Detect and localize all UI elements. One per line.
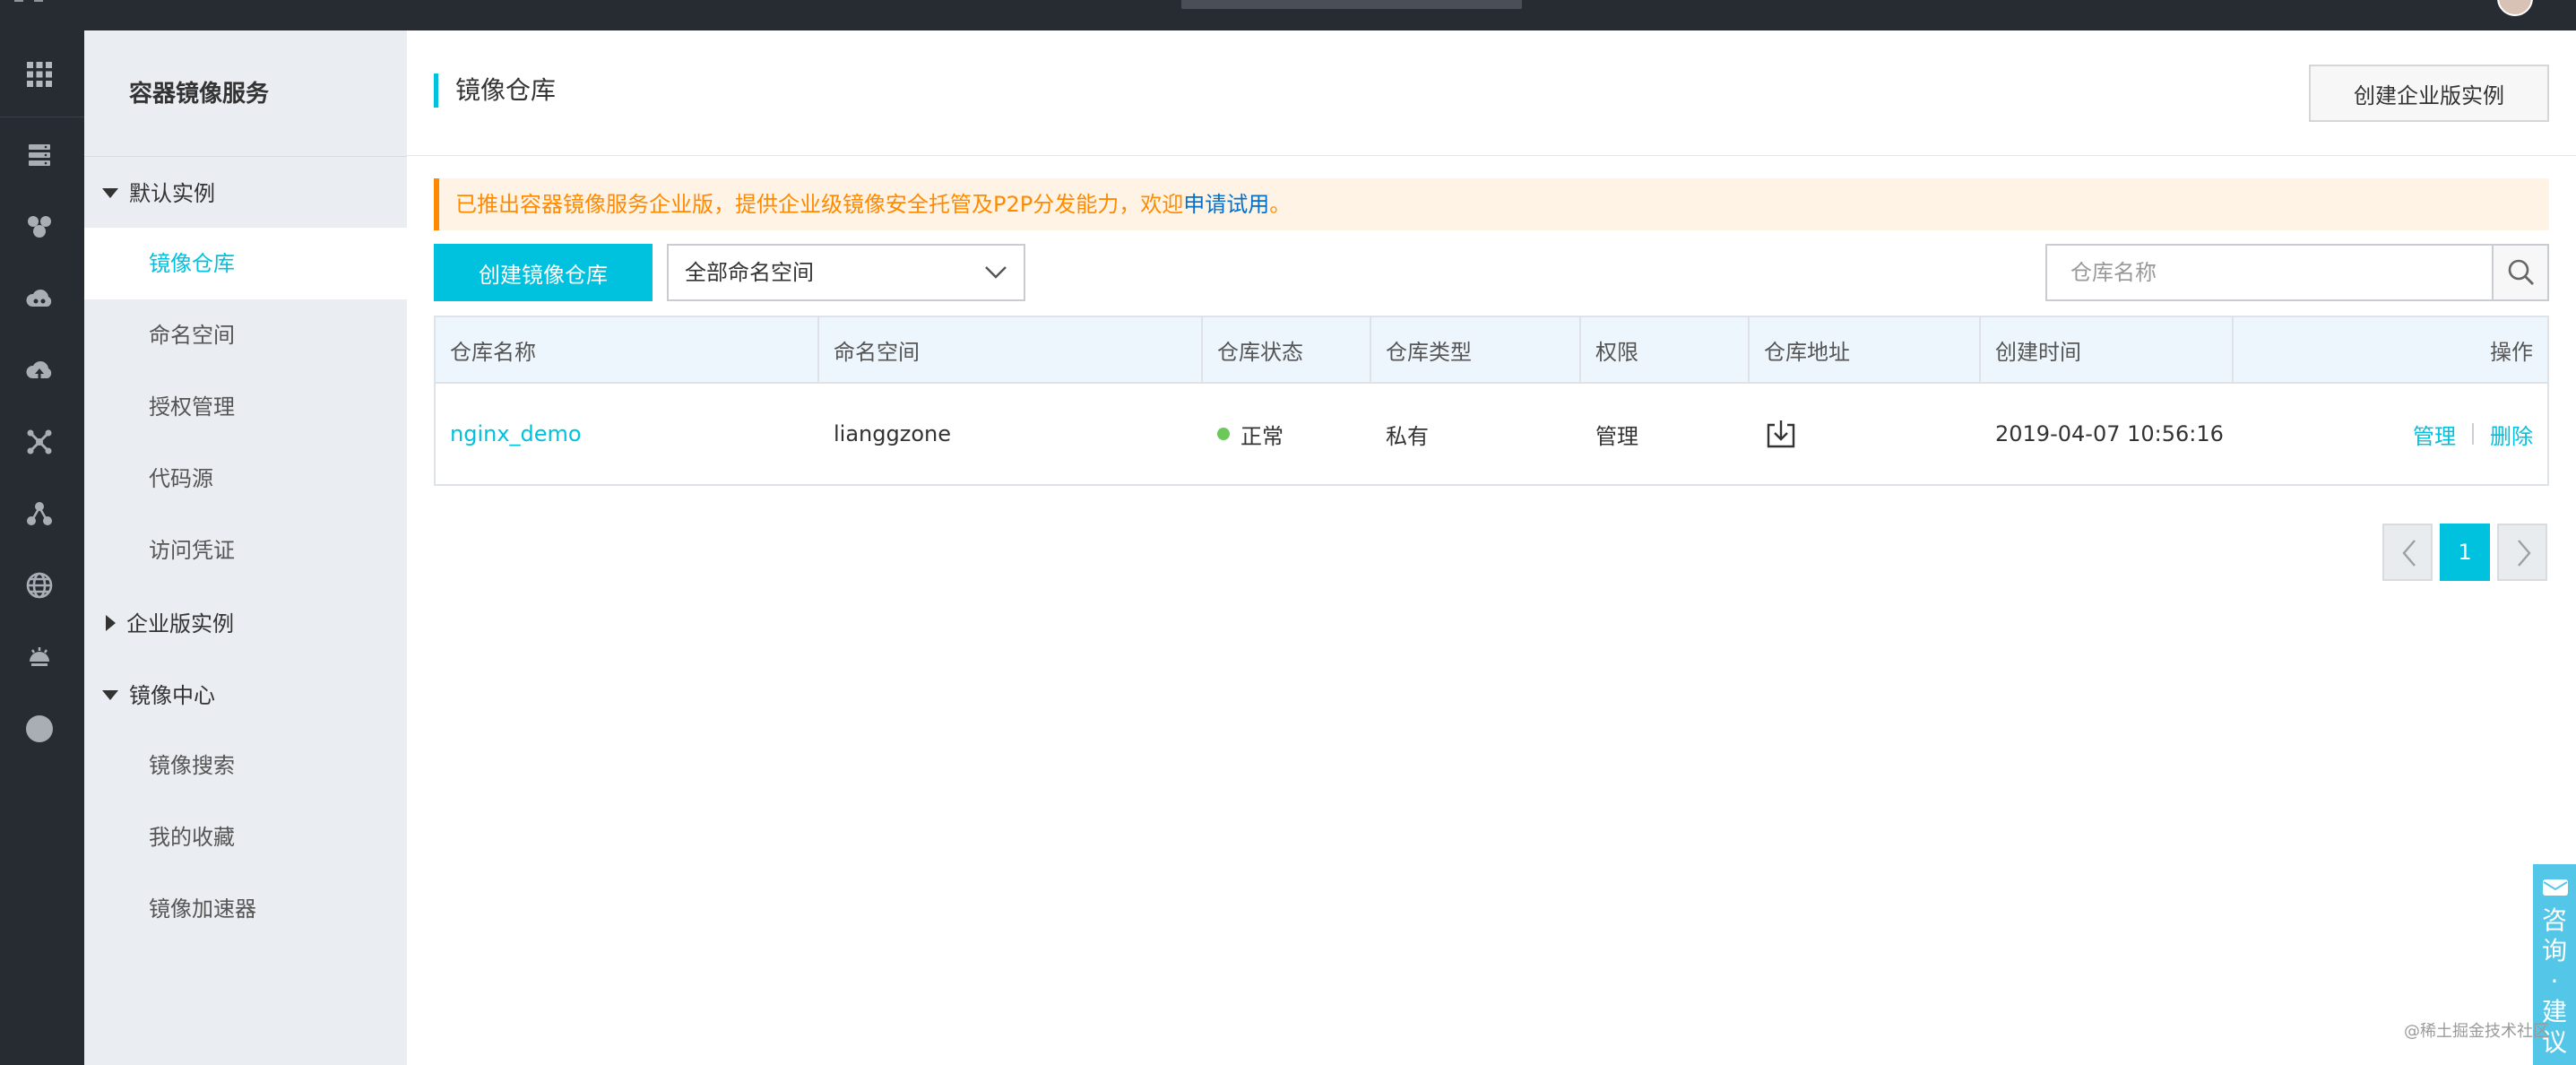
permission-cell: 管理 xyxy=(1595,423,1638,449)
top-search-input[interactable] xyxy=(1181,0,1522,9)
chevron-right-icon xyxy=(2518,540,2531,567)
sidebar-group-label: 镜像中心 xyxy=(129,683,215,708)
monitor-icon[interactable] xyxy=(24,642,55,672)
column-header-address: 仓库地址 xyxy=(1750,317,1981,382)
cloud-services-icon[interactable] xyxy=(24,283,55,314)
type-cell: 私有 xyxy=(1386,423,1429,449)
namespace-select[interactable]: 全部命名空间 xyxy=(667,244,1025,301)
address-cell xyxy=(1750,384,1981,484)
repository-table: 仓库名称 命名空间 仓库状态 仓库类型 权限 仓库地址 创建时间 操作 ngin… xyxy=(434,316,2549,486)
column-header-type: 仓库类型 xyxy=(1371,317,1581,382)
column-header-permission: 权限 xyxy=(1581,317,1750,382)
download-icon[interactable] xyxy=(1764,417,1798,451)
caret-down-icon xyxy=(102,689,118,700)
sidebar-item-repositories[interactable]: 镜像仓库 xyxy=(84,228,407,299)
server-icon[interactable] xyxy=(24,140,55,170)
column-header-namespace: 命名空间 xyxy=(819,317,1203,382)
sidebar-item-access-credential[interactable]: 访问凭证 xyxy=(84,515,407,586)
grid-icon[interactable] xyxy=(24,59,55,90)
search-icon xyxy=(2508,259,2534,285)
sidebar-group-enterprise-instance[interactable]: 企业版实例 xyxy=(102,606,234,637)
sidebar-item-namespaces[interactable]: 命名空间 xyxy=(84,299,407,371)
manage-link[interactable]: 管理 xyxy=(2413,419,2456,450)
sidebar-title: 容器镜像服务 xyxy=(129,81,270,108)
cloud-upload-icon[interactable] xyxy=(24,355,55,385)
cluster-icon[interactable] xyxy=(24,212,55,242)
apply-trial-link[interactable]: 申请试用 xyxy=(1183,192,1269,217)
caret-down-icon xyxy=(102,187,118,198)
notice-text: 已推出容器镜像服务企业版，提供企业级镜像安全托管及P2P分发能力，欢迎 xyxy=(455,192,1184,217)
status-ok-icon xyxy=(1217,428,1230,440)
column-header-name: 仓库名称 xyxy=(436,317,819,382)
chevron-left-icon xyxy=(2402,540,2416,567)
console-logo-icon[interactable] xyxy=(14,0,57,4)
sidebar-item-favorites[interactable]: 我的收藏 xyxy=(84,801,407,873)
column-header-actions: 操作 xyxy=(2490,339,2533,365)
namespace-cell: lianggzone xyxy=(834,421,951,446)
title-accent-bar xyxy=(434,74,438,108)
chevron-down-icon xyxy=(985,266,1007,279)
column-header-created: 创建时间 xyxy=(1981,317,2234,382)
circle-icon[interactable] xyxy=(24,714,55,744)
page-title: 镜像仓库 xyxy=(455,75,557,105)
caret-right-icon xyxy=(106,615,116,631)
actions-cell: 管理 删除 xyxy=(2234,384,2547,484)
watermark: @稀土掘金技术社区 xyxy=(2404,1022,2549,1041)
repository-search-input[interactable] xyxy=(2047,246,2492,299)
main-content: 镜像仓库 创建企业版实例 已推出容器镜像服务企业版，提供企业级镜像安全托管及P2… xyxy=(407,30,2576,1065)
sidebar-group-image-center[interactable]: 镜像中心 xyxy=(102,678,215,709)
sidebar-item-image-accelerator[interactable]: 镜像加速器 xyxy=(84,873,407,945)
sidebar: 容器镜像服务 默认实例 镜像仓库 命名空间 授权管理 代码源 访问凭证 企业版实… xyxy=(84,30,407,1065)
pagination-prev-button[interactable] xyxy=(2382,524,2433,581)
sidebar-item-authorization[interactable]: 授权管理 xyxy=(84,371,407,443)
promo-notice: 已推出容器镜像服务企业版，提供企业级镜像安全托管及P2P分发能力，欢迎申请试用。 xyxy=(434,178,2549,230)
network-icon[interactable] xyxy=(24,427,55,457)
table-row: nginx_demo lianggzone 正常 私有 管理 2019-04-0… xyxy=(436,384,2547,484)
action-separator xyxy=(2472,423,2474,445)
status-cell: 正常 xyxy=(1203,384,1371,484)
sidebar-group-default-instance[interactable]: 默认实例 xyxy=(102,176,215,207)
pagination-page-current[interactable]: 1 xyxy=(2440,524,2490,581)
globe-icon[interactable] xyxy=(24,570,55,601)
table-header: 仓库名称 命名空间 仓库状态 仓库类型 权限 仓库地址 创建时间 操作 xyxy=(436,317,2547,384)
avatar[interactable] xyxy=(2497,0,2533,16)
product-icon-rail xyxy=(0,30,84,1065)
page-header: 镜像仓库 创建企业版实例 xyxy=(407,30,2576,156)
sidebar-item-code-source[interactable]: 代码源 xyxy=(84,443,407,515)
create-enterprise-instance-button[interactable]: 创建企业版实例 xyxy=(2309,65,2549,122)
notice-tail: 。 xyxy=(1269,192,1292,217)
top-bar xyxy=(0,0,2576,30)
search-button[interactable] xyxy=(2492,246,2547,299)
message-icon xyxy=(2543,879,2568,896)
created-time-cell: 2019-04-07 10:56:16 xyxy=(1995,421,2224,446)
delete-link[interactable]: 删除 xyxy=(2490,419,2533,450)
status-badge: 正常 xyxy=(1240,423,1284,449)
column-header-status: 仓库状态 xyxy=(1203,317,1371,382)
nodes-icon[interactable] xyxy=(24,498,55,529)
sidebar-group-label: 默认实例 xyxy=(129,181,215,206)
create-repository-button[interactable]: 创建镜像仓库 xyxy=(434,244,653,301)
namespace-select-value: 全部命名空间 xyxy=(685,260,814,285)
sidebar-item-image-search[interactable]: 镜像搜索 xyxy=(84,730,407,801)
sidebar-group-label: 企业版实例 xyxy=(126,611,234,636)
repository-name-link[interactable]: nginx_demo xyxy=(436,384,819,484)
repository-search xyxy=(2045,244,2549,301)
pagination-next-button[interactable] xyxy=(2497,524,2547,581)
sidebar-divider xyxy=(84,156,407,157)
